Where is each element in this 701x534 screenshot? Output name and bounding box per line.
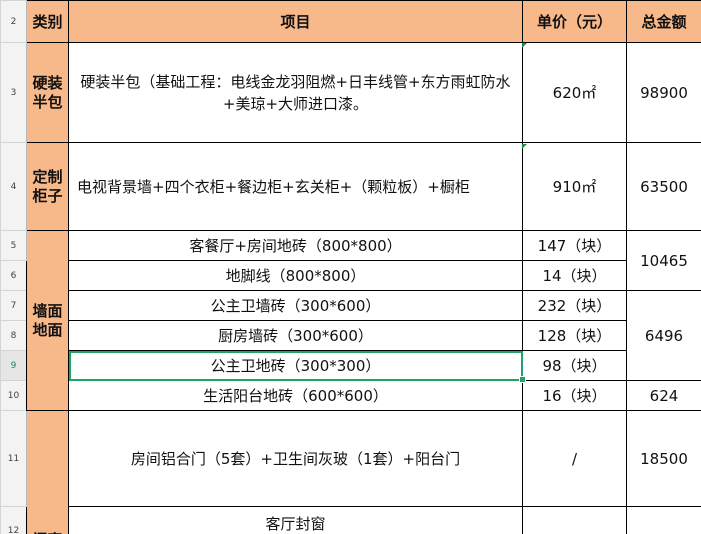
header-unit-price[interactable]: 单价（元） [522, 0, 627, 43]
category-cell[interactable]: 定制柜子 [26, 142, 69, 231]
total-cell[interactable]: 18500 [626, 410, 701, 507]
table-row: 5 墙面地面 客餐厅+房间地砖（800*800） 147（块） 10465 [0, 230, 701, 411]
price-cell[interactable]: 14（块） [522, 260, 627, 291]
row-header[interactable]: 4 [0, 142, 27, 231]
table-row: 8 厨房墙砖（300*600） 128（块） [0, 320, 701, 351]
row-header[interactable]: 2 [0, 0, 27, 43]
fill-handle-icon[interactable] [519, 376, 526, 383]
price-cell[interactable]: 98（块） [522, 350, 627, 381]
table-row: 9 公主卫地砖（300*300） 98（块） [0, 350, 701, 381]
row-header[interactable]: 5 [0, 230, 27, 261]
price-cell[interactable]: 232（块） [522, 290, 627, 321]
category-cell[interactable]: 墙面地面 [26, 230, 69, 411]
header-category[interactable]: 类别 [26, 0, 69, 43]
item-cell[interactable]: 生活阳台地砖（600*600） [68, 380, 523, 411]
spreadsheet: 2 类别 项目 单价（元） 总金额 3 硬装半包 硬装半包（基础工程：电线金龙羽… [0, 0, 701, 534]
category-cell[interactable]: 门窗 [26, 410, 69, 534]
table-row: 10 生活阳台地砖（600*600） 16（块） 624 [0, 380, 701, 411]
table-row: 4 定制柜子 电视背景墙+四个衣柜+餐边柜+玄关柜+（颗粒板）+橱柜 910㎡ … [0, 142, 701, 231]
item-cell[interactable]: 电视背景墙+四个衣柜+餐边柜+玄关柜+（颗粒板）+橱柜 [68, 142, 523, 231]
item-cell[interactable]: 厨房墙砖（300*600） [68, 320, 523, 351]
item-cell[interactable]: 公主卫墙砖（300*600） [68, 290, 523, 321]
table-row: 6 地脚线（800*800） 14（块） [0, 260, 701, 291]
row-header[interactable]: 7 [0, 290, 27, 321]
total-cell[interactable]: 63500 [626, 142, 701, 231]
price-cell[interactable]: 620㎡ [522, 42, 627, 143]
row-header[interactable]: 3 [0, 42, 27, 143]
row-header[interactable]: 10 [0, 380, 27, 411]
table-row: 11 门窗 房间铝合门（5套）+卫生间灰玻（1套）+阳台门 / 18500 [0, 410, 701, 534]
price-cell[interactable]: 910㎡ [522, 142, 627, 231]
item-cell[interactable]: 地脚线（800*800） [68, 260, 523, 291]
price-cell[interactable]: / [522, 410, 627, 507]
row-header[interactable]: 6 [0, 260, 27, 291]
quote-table: 2 类别 项目 单价（元） 总金额 3 硬装半包 硬装半包（基础工程：电线金龙羽… [0, 0, 701, 534]
item-cell[interactable]: 客餐厅+房间地砖（800*800） [68, 230, 523, 261]
total-cell[interactable]: 624 [626, 380, 701, 411]
total-cell[interactable]: 98900 [626, 42, 701, 143]
item-cell[interactable]: 客厅封窗 [68, 506, 523, 534]
price-cell[interactable]: 147（块） [522, 230, 627, 261]
row-header[interactable]: 11 [0, 410, 27, 507]
price-cell[interactable]: 128（块） [522, 320, 627, 351]
item-cell[interactable]: 房间铝合门（5套）+卫生间灰玻（1套）+阳台门 [68, 410, 523, 507]
item-cell-selected[interactable]: 公主卫地砖（300*300） [68, 350, 523, 381]
table-row: 12 客厅封窗 10900 [0, 506, 701, 534]
table-row: 7 公主卫墙砖（300*600） 232（块） 6496 [0, 290, 701, 381]
total-cell[interactable]: 10900 [626, 506, 701, 534]
table-row: 3 硬装半包 硬装半包（基础工程：电线金龙羽阻燃+日丰线管+东方雨虹防水+美琼+… [0, 42, 701, 143]
category-cell[interactable]: 硬装半包 [26, 42, 69, 143]
price-cell[interactable]: 16（块） [522, 380, 627, 411]
row-header[interactable]: 12 [0, 506, 27, 534]
row-header[interactable]: 9 [0, 350, 27, 381]
total-cell[interactable]: 6496 [626, 290, 701, 381]
header-item[interactable]: 项目 [68, 0, 523, 43]
header-row: 2 类别 项目 单价（元） 总金额 [0, 0, 701, 43]
header-total[interactable]: 总金额 [626, 0, 701, 43]
comment-indicator-icon [522, 144, 527, 149]
price-cell[interactable] [522, 506, 627, 534]
item-cell[interactable]: 硬装半包（基础工程：电线金龙羽阻燃+日丰线管+东方雨虹防水+美琼+大师进口漆。 [68, 42, 523, 143]
total-cell[interactable]: 10465 [626, 230, 701, 291]
row-header[interactable]: 8 [0, 320, 27, 351]
comment-indicator-icon [522, 43, 527, 48]
